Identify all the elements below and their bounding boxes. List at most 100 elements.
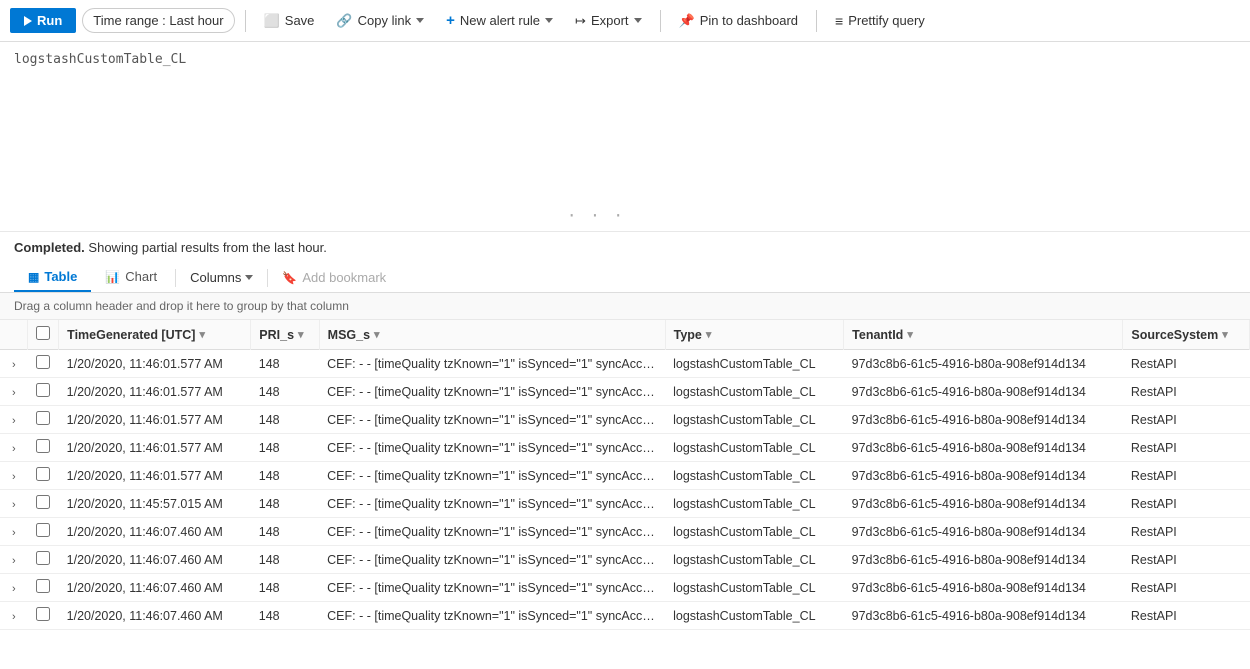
row-checkbox-2[interactable] [36,411,50,425]
row-checkbox-cell-5[interactable] [28,490,59,518]
th-timegenerated[interactable]: TimeGenerated [UTC] ▾ [59,320,251,350]
cell-type-3: logstashCustomTable_CL [665,434,844,462]
table-row: › 1/20/2020, 11:46:07.460 AM 148 CEF: - … [0,602,1250,630]
cell-type-4: logstashCustomTable_CL [665,462,844,490]
type-filter-icon[interactable]: ▾ [706,328,712,341]
cell-tenant-3: 97d3c8b6-61c5-4916-b80a-908ef914d134 [844,434,1123,462]
expand-icon-4[interactable]: › [8,466,20,488]
expand-icon-6[interactable]: › [8,522,20,544]
prettify-icon: ≡ [835,13,843,29]
expand-icon-1[interactable]: › [8,382,20,404]
cell-time-8: 1/20/2020, 11:46:07.460 AM [59,574,251,602]
row-expand-0[interactable]: › [0,350,28,378]
row-checkbox-8[interactable] [36,579,50,593]
cell-pri-5: 148 [251,490,319,518]
tab-chart[interactable]: 📊 Chart [91,263,171,292]
resize-handle[interactable]: · · · [567,206,625,225]
row-checkbox-cell-7[interactable] [28,546,59,574]
th-tenantid[interactable]: TenantId ▾ [844,320,1123,350]
row-checkbox-4[interactable] [36,467,50,481]
th-pri-s[interactable]: PRI_s ▾ [251,320,319,350]
row-checkbox-6[interactable] [36,523,50,537]
prettify-query-button[interactable]: ≡ Prettify query [827,9,933,33]
pri-filter-icon[interactable]: ▾ [298,328,304,341]
expand-icon-0[interactable]: › [8,354,20,376]
sourcesystem-filter-icon[interactable]: ▾ [1222,328,1228,341]
cell-source-9: RestAPI [1123,602,1250,630]
row-checkbox-9[interactable] [36,607,50,621]
expand-icon-9[interactable]: › [8,606,20,628]
cell-msg-8: CEF: - - [timeQuality tzKnown="1" isSync… [319,574,665,602]
cell-tenant-5: 97d3c8b6-61c5-4916-b80a-908ef914d134 [844,490,1123,518]
completed-text: Completed. [14,240,85,255]
row-checkbox-3[interactable] [36,439,50,453]
msg-filter-icon[interactable]: ▾ [374,328,380,341]
columns-button[interactable]: Columns [180,265,263,290]
row-expand-4[interactable]: › [0,462,28,490]
row-checkbox-cell-6[interactable] [28,518,59,546]
cell-type-7: logstashCustomTable_CL [665,546,844,574]
timegenerated-filter-icon[interactable]: ▾ [199,328,205,341]
tenantid-filter-icon[interactable]: ▾ [907,328,913,341]
cell-type-2: logstashCustomTable_CL [665,406,844,434]
table-body: › 1/20/2020, 11:46:01.577 AM 148 CEF: - … [0,350,1250,630]
row-checkbox-cell-1[interactable] [28,378,59,406]
export-chevron-icon [634,18,642,23]
row-checkbox-cell-8[interactable] [28,574,59,602]
expand-icon-3[interactable]: › [8,438,20,460]
cell-source-4: RestAPI [1123,462,1250,490]
expand-icon-7[interactable]: › [8,550,20,572]
select-all-checkbox[interactable] [36,326,50,340]
cell-type-1: logstashCustomTable_CL [665,378,844,406]
row-expand-8[interactable]: › [0,574,28,602]
table-row: › 1/20/2020, 11:46:01.577 AM 148 CEF: - … [0,350,1250,378]
export-button[interactable]: ↦ Export [567,9,649,33]
cell-tenant-6: 97d3c8b6-61c5-4916-b80a-908ef914d134 [844,518,1123,546]
row-expand-9[interactable]: › [0,602,28,630]
expand-icon-5[interactable]: › [8,494,20,516]
time-range-button[interactable]: Time range : Last hour [82,8,234,33]
th-type-label: Type [674,328,702,342]
table-row: › 1/20/2020, 11:46:01.577 AM 148 CEF: - … [0,378,1250,406]
row-checkbox-cell-2[interactable] [28,406,59,434]
add-bookmark-button[interactable]: 🔖 Add bookmark [272,265,396,290]
copy-link-button[interactable]: 🔗 Copy link [328,9,432,33]
row-checkbox-1[interactable] [36,383,50,397]
drag-hint-text: Drag a column header and drop it here to… [14,299,349,313]
query-editor[interactable]: logstashCustomTable_CL · · · [0,42,1250,232]
cell-pri-0: 148 [251,350,319,378]
th-checkbox[interactable] [28,320,59,350]
row-checkbox-cell-3[interactable] [28,434,59,462]
row-expand-3[interactable]: › [0,434,28,462]
row-expand-1[interactable]: › [0,378,28,406]
row-checkbox-cell-0[interactable] [28,350,59,378]
cell-msg-0: CEF: - - [timeQuality tzKnown="1" isSync… [319,350,665,378]
row-expand-5[interactable]: › [0,490,28,518]
cell-pri-7: 148 [251,546,319,574]
run-label: Run [37,13,62,28]
expand-icon-8[interactable]: › [8,578,20,600]
row-checkbox-0[interactable] [36,355,50,369]
expand-icon-2[interactable]: › [8,410,20,432]
table-row: › 1/20/2020, 11:45:57.015 AM 148 CEF: - … [0,490,1250,518]
th-sourcesystem-label: SourceSystem [1131,328,1218,342]
row-expand-6[interactable]: › [0,518,28,546]
th-msg-s[interactable]: MSG_s ▾ [319,320,665,350]
row-checkbox-5[interactable] [36,495,50,509]
row-checkbox-cell-9[interactable] [28,602,59,630]
new-alert-rule-button[interactable]: + New alert rule [438,8,561,33]
th-type[interactable]: Type ▾ [665,320,844,350]
run-button[interactable]: Run [10,8,76,33]
row-checkbox-7[interactable] [36,551,50,565]
save-button[interactable]: ⬜ Save [256,9,323,33]
tab-table[interactable]: ▦ Table [14,263,91,292]
row-expand-2[interactable]: › [0,406,28,434]
th-sourcesystem[interactable]: SourceSystem ▾ [1123,320,1250,350]
pin-to-dashboard-button[interactable]: 📌 Pin to dashboard [671,9,806,33]
row-expand-7[interactable]: › [0,546,28,574]
cell-source-5: RestAPI [1123,490,1250,518]
cell-tenant-7: 97d3c8b6-61c5-4916-b80a-908ef914d134 [844,546,1123,574]
cell-msg-2: CEF: - - [timeQuality tzKnown="1" isSync… [319,406,665,434]
row-checkbox-cell-4[interactable] [28,462,59,490]
cell-time-6: 1/20/2020, 11:46:07.460 AM [59,518,251,546]
